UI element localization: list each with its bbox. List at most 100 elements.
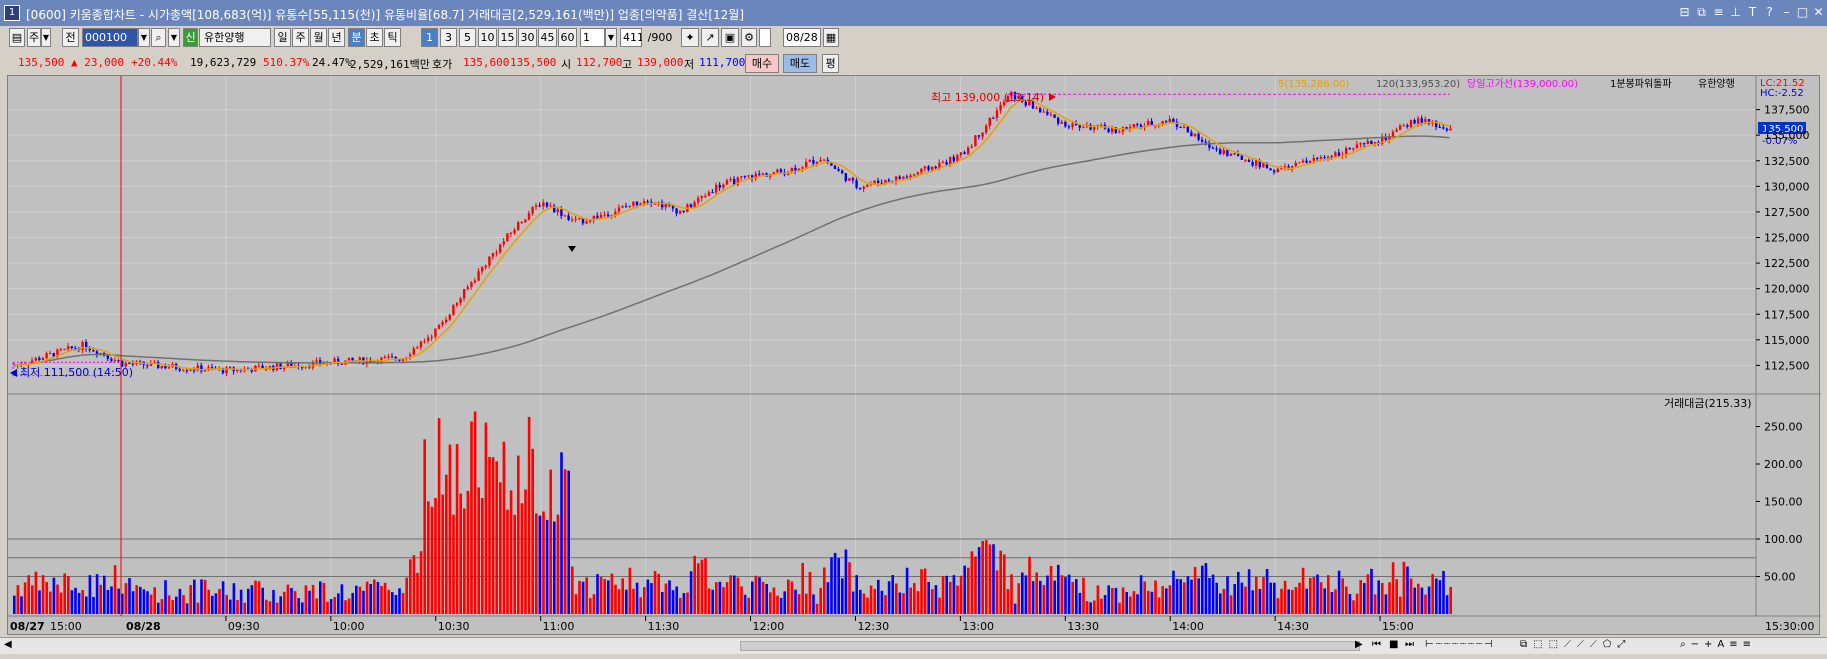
interval-input[interactable]: 1 [580,28,605,47]
date-input[interactable]: 08/28 [783,28,821,47]
candle-body [538,205,541,207]
code-dropdown-icon[interactable]: ▼ [138,28,150,47]
scroll-right-icon[interactable]: ▶ [1355,639,1363,650]
volume-bar [1409,578,1413,614]
volume-bar [884,595,887,614]
period-weekly[interactable]: 주 [292,28,309,47]
layout-icon[interactable]: ⊟ [1677,5,1692,20]
stop-icon[interactable]: ■ [1389,639,1398,650]
volume-bar [596,574,599,614]
candle-body [621,206,624,208]
sell-tab[interactable]: 매도 [783,54,817,73]
period-minute[interactable]: 분 [348,28,365,47]
period-tick[interactable]: 틱 [384,28,401,47]
candle-body [110,358,113,361]
candle-body [387,356,390,358]
price-tick-label: 117,500 [1764,308,1810,321]
interval-15[interactable]: 15 [498,28,517,47]
interval-3[interactable]: 3 [440,28,457,47]
interval-1[interactable]: 1 [421,28,438,47]
zoom-tools-icon[interactable]: ⌕−+A≡≡ [1680,639,1756,650]
volume-bar [49,591,52,614]
candle-body [571,219,574,221]
market-button[interactable]: 전 [62,28,79,47]
candle-body [193,369,196,371]
candle-body [967,147,970,154]
interval-10[interactable]: 10 [478,28,497,47]
volume-bar [1186,576,1190,614]
volume-bar [448,444,452,614]
volume-bar [837,558,840,614]
volume-bar [23,582,27,614]
volume-bar [344,600,347,614]
add-indicator-icon[interactable]: ✦ [681,28,699,47]
volume-bar [754,575,758,614]
candle-body [679,210,682,214]
calendar-icon[interactable]: ▦ [823,28,839,47]
search-icon[interactable]: ⌕ [151,28,166,47]
interval-5[interactable]: 5 [459,28,476,47]
pin-icon[interactable]: ⊥ [1728,5,1743,20]
interval-60[interactable]: 60 [558,28,577,47]
trend-line-icon[interactable]: ↗ [701,28,719,47]
copy-window-icon[interactable]: ⧉ [1694,5,1709,20]
period-select[interactable]: 주 [27,28,41,47]
candle-body [729,178,732,181]
save-icon[interactable]: ▣ [721,28,739,47]
buy-tab[interactable]: 매수 [745,54,779,73]
candle-body [635,201,639,206]
volume-bar [380,586,383,614]
list-icon[interactable]: ≡ [1711,5,1726,20]
period-yearly[interactable]: 년 [328,28,345,47]
volume-bar [1031,581,1035,614]
candle-body [347,357,351,361]
zoom-slider[interactable]: ⊢┈┈┈┈┈┈⊣ [1425,639,1495,650]
scroll-first-icon[interactable]: ⏮ [1372,639,1381,650]
drawing-tools-icon[interactable]: ⧉⬚⬚⟋⟋⟋⬠⤢ [1520,639,1631,650]
low-annotation: 최저 111,500 (14:50) [20,366,133,379]
candle-body [722,184,725,188]
volume-bar [236,599,239,614]
interval-30[interactable]: 30 [518,28,537,47]
scroll-left-icon[interactable]: ◀ [4,639,12,650]
candle-body [704,195,707,197]
candle-body [527,213,531,220]
settings-gear-icon[interactable]: ⚙ [741,28,757,47]
period-monthly[interactable]: 월 [310,28,327,47]
count-input[interactable]: 411 [620,28,644,47]
period-daily[interactable]: 일 [274,28,291,47]
period-second[interactable]: 초 [366,28,383,47]
window-icon[interactable]: 1 [4,5,20,21]
volume-bar [1377,580,1380,614]
maximize-icon[interactable]: □ [1795,5,1810,20]
interval-dropdown-icon[interactable]: ▼ [605,28,617,47]
stock-code-input[interactable]: 000100 [82,28,138,47]
chart-area[interactable]: 5(135,286.00) 120(133,953.20) 당일고가선(139,… [7,75,1821,636]
flat-tab[interactable]: 평 [822,54,839,73]
candle-body [574,218,577,220]
close-icon[interactable]: ✕ [1811,5,1826,20]
chart-scrollbar[interactable]: ◀ ▶ ⏮ ■ ⏭ ⊢┈┈┈┈┈┈⊣ ⧉⬚⬚⟋⟋⟋⬠⤢ ⌕−+A≡≡ [0,637,1827,654]
minimize-icon[interactable]: – [1779,5,1794,20]
volume-bar [985,540,988,614]
volume-bar [1273,582,1276,614]
candle-body [509,232,513,234]
volume-bar [1183,582,1186,614]
help-icon[interactable]: ? [1762,5,1777,20]
candle-body [502,241,505,245]
font-icon[interactable]: T [1745,5,1760,20]
period-dropdown-icon[interactable]: ▼ [41,28,51,47]
date-checkbox[interactable] [759,28,771,47]
change-percent: +20.44% [131,56,178,69]
scroll-last-icon[interactable]: ⏭ [1405,639,1414,650]
chart-svg[interactable]: 5(135,286.00) 120(133,953.20) 당일고가선(139,… [8,76,1821,636]
scroll-thumb[interactable] [740,641,1360,651]
volume-bar [1157,597,1161,614]
candle-body [1352,148,1355,150]
candle-body [761,173,765,175]
toolbar-menu-icon[interactable]: ▤ [9,28,25,47]
volume-bar [970,551,974,614]
volume-bar [1096,585,1100,614]
interval-45[interactable]: 45 [538,28,557,47]
search-dropdown-icon[interactable]: ▼ [168,28,180,47]
